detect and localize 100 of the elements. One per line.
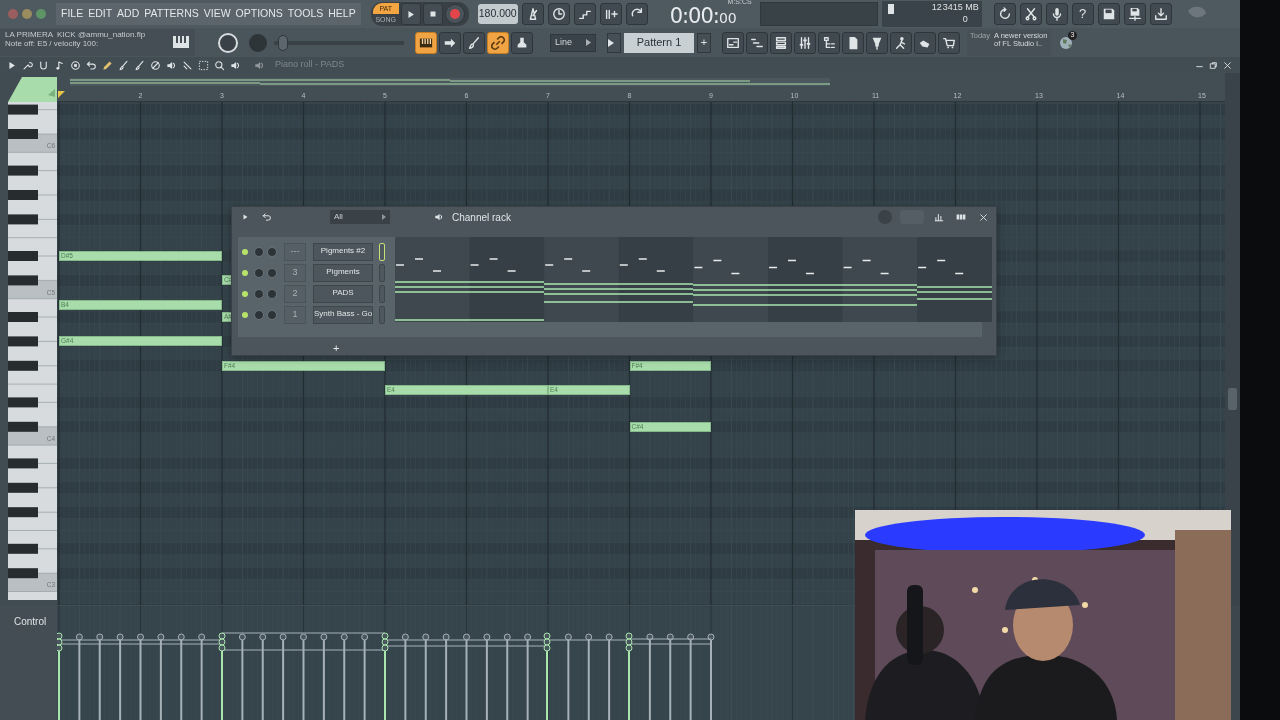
channel-name-button[interactable]: Pigments #2	[313, 242, 373, 261]
undo-icon	[262, 212, 272, 222]
record-icon	[449, 9, 460, 19]
close-icon	[1222, 60, 1232, 70]
caret-icon	[382, 214, 386, 220]
cpu-value: 12	[931, 3, 942, 13]
help-button[interactable]: ?	[1071, 3, 1094, 25]
undo-button[interactable]	[993, 3, 1016, 25]
mixer-icon	[798, 35, 812, 50]
menu-item[interactable]: HELP	[328, 8, 356, 20]
brush-icon	[467, 35, 481, 50]
stop-button[interactable]	[422, 3, 443, 25]
pan-knob[interactable]	[254, 246, 264, 257]
filter-dropdown[interactable]: All	[330, 210, 390, 224]
mute-led[interactable]	[242, 311, 248, 318]
loop-button[interactable]	[625, 3, 648, 25]
menu-item[interactable]: TOOLS	[287, 8, 324, 20]
mixer-track-field[interactable]: 3	[284, 263, 306, 282]
polyphony-value: 0	[962, 15, 968, 25]
channel-name-button[interactable]: Synth Bass - Go	[313, 305, 373, 324]
metronome-button[interactable]	[521, 3, 544, 25]
browser-button[interactable]	[818, 31, 840, 54]
project-button[interactable]	[842, 31, 864, 54]
mixer-track-field[interactable]: ---	[284, 242, 306, 261]
menu-item[interactable]: VIEW	[203, 8, 231, 20]
clock-icon	[551, 7, 566, 21]
wait-button[interactable]	[547, 3, 570, 25]
mixer-track-field[interactable]: 1	[284, 305, 306, 324]
link-icon	[491, 35, 505, 50]
save-button[interactable]	[1097, 3, 1120, 25]
playlist-button[interactable]	[722, 31, 744, 54]
snap-dropdown[interactable]: Line	[550, 33, 596, 52]
restore-icon	[1208, 60, 1218, 70]
touch-button[interactable]	[914, 31, 936, 54]
wrench-icon	[21, 59, 33, 71]
menu-item[interactable]: FILE	[61, 8, 84, 20]
send-button[interactable]	[439, 31, 461, 54]
cpu-meter	[887, 4, 894, 14]
paint-button[interactable]	[116, 58, 130, 72]
add-channel-button[interactable]: +	[333, 343, 340, 354]
brush-icon	[117, 59, 129, 71]
play-icon	[405, 8, 417, 20]
save-as-button[interactable]	[1123, 3, 1146, 25]
menu-item[interactable]: ADD	[117, 8, 140, 20]
step-edit-button[interactable]	[599, 3, 622, 25]
paint-button[interactable]	[132, 58, 146, 72]
cut-button[interactable]	[1019, 3, 1042, 25]
record-audio-button[interactable]	[1045, 3, 1068, 25]
scrollbar-thumb[interactable]	[1228, 388, 1237, 410]
link-button[interactable]	[487, 31, 509, 54]
speaker-icon	[434, 212, 444, 222]
select-button[interactable]	[196, 58, 210, 72]
play-icon	[241, 213, 249, 221]
menu-item[interactable]: OPTIONS	[235, 8, 283, 20]
piano-roll-button[interactable]	[415, 31, 437, 54]
plugin-button[interactable]	[866, 31, 888, 54]
stop-circle-icon	[69, 59, 81, 71]
mixer-button[interactable]	[794, 31, 816, 54]
corner-tab	[8, 75, 57, 102]
add-pattern-button[interactable]: +	[697, 32, 711, 53]
mute-led[interactable]	[242, 290, 248, 297]
pan-knob[interactable]	[254, 288, 264, 299]
pattern-menu-button[interactable]	[607, 32, 621, 53]
step-sequencer-button[interactable]	[746, 31, 768, 54]
countdown-button[interactable]	[573, 3, 596, 25]
close-icon	[978, 212, 988, 222]
globe-icon	[1058, 34, 1074, 51]
export-button[interactable]	[1149, 3, 1172, 25]
stamp-button[interactable]	[511, 31, 533, 54]
undo-button[interactable]	[84, 58, 98, 72]
note-icon	[53, 59, 65, 71]
scrollbar-track[interactable]	[1225, 73, 1240, 606]
refresh-icon	[997, 7, 1012, 21]
floppy-arrows-icon	[1127, 7, 1142, 21]
tempo-field[interactable]: 180.000	[477, 4, 518, 24]
play-button[interactable]	[400, 3, 421, 25]
channel-rack-button[interactable]	[770, 31, 792, 54]
channel-name-button[interactable]: PADS	[313, 284, 373, 303]
playhead-marker-icon	[58, 91, 65, 98]
pattern-selector[interactable]: Pattern 1	[624, 32, 694, 53]
brush-button[interactable]	[463, 31, 485, 54]
slider-thumb[interactable]	[277, 34, 288, 51]
shop-button[interactable]	[938, 31, 960, 54]
snap-value: Line	[555, 37, 572, 48]
draw-button[interactable]	[100, 58, 114, 72]
menu-item[interactable]: EDIT	[88, 8, 113, 20]
mute-led[interactable]	[242, 248, 248, 255]
record-button[interactable]	[68, 58, 82, 72]
performance-button[interactable]	[890, 31, 912, 54]
mixer-track-field[interactable]: 2	[284, 284, 306, 303]
zoom-button[interactable]	[212, 58, 226, 72]
pan-knob[interactable]	[254, 267, 264, 278]
mute-led[interactable]	[242, 269, 248, 276]
rack-undo-button[interactable]	[260, 210, 274, 224]
channel-name-button[interactable]: Pigments	[313, 263, 373, 282]
select-icon	[197, 59, 209, 71]
delete-button[interactable]	[148, 58, 162, 72]
pan-knob[interactable]	[254, 309, 264, 320]
list-icon	[774, 35, 788, 50]
menu-item[interactable]: PATTERNS	[144, 8, 199, 20]
